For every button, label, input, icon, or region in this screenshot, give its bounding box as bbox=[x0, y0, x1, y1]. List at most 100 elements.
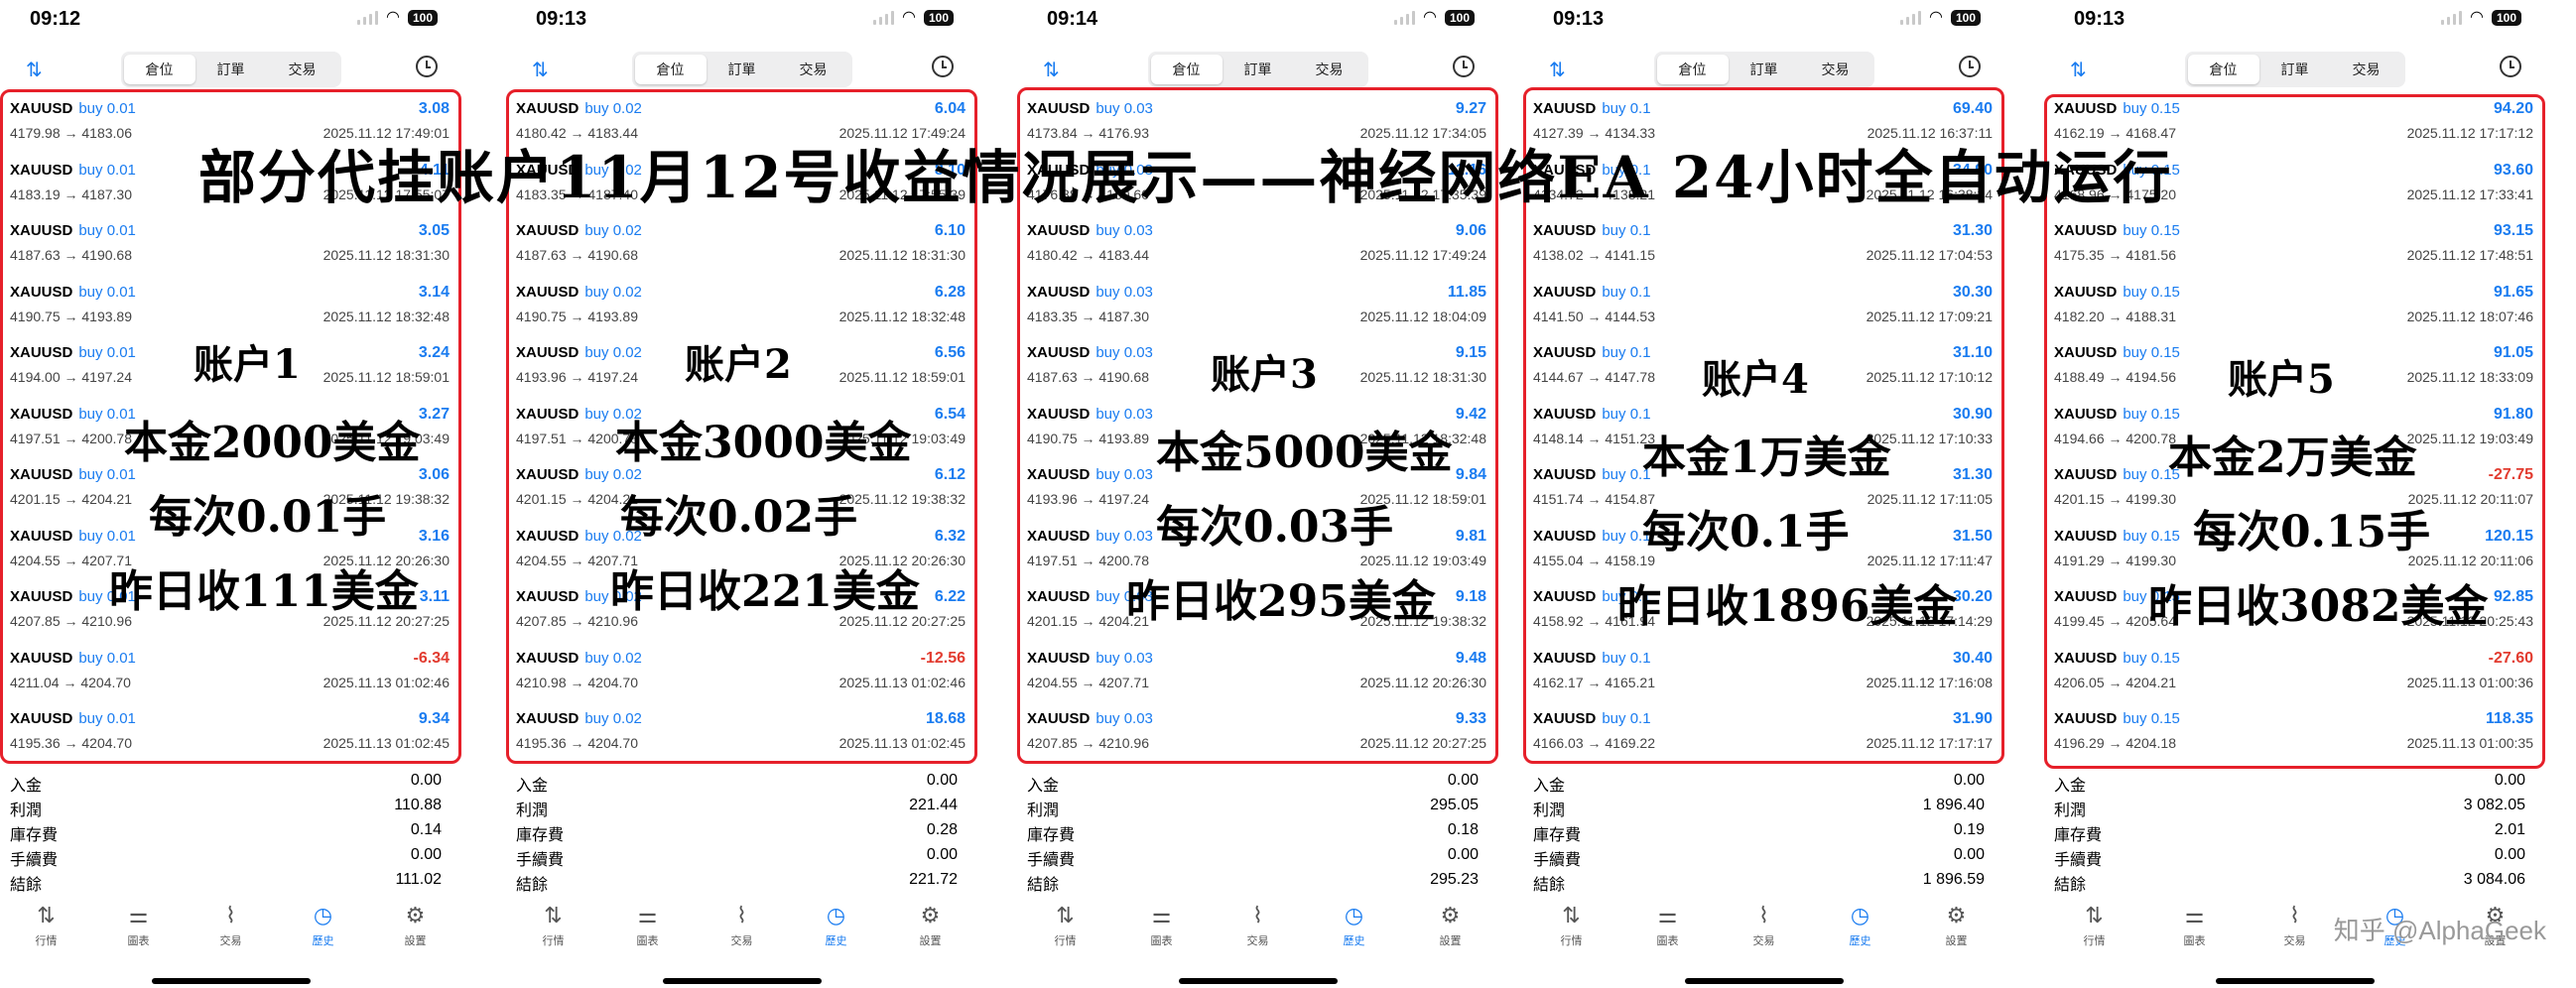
note-account: 账户5 bbox=[2228, 356, 2335, 403]
tab-history[interactable]: ◷ 歷史 bbox=[1831, 903, 1890, 962]
summary-value: 0.00 bbox=[2494, 772, 2525, 789]
tab-bar: ⇅ 行情 ⚌ 圖表 ⌇ 交易 ◷ 歷史 ⚙ 設置 bbox=[1523, 903, 2004, 962]
segment-tab[interactable]: 訂單 bbox=[2259, 55, 2331, 84]
sort-icon[interactable]: ⇅ bbox=[1043, 58, 1060, 82]
history-icon: ◷ bbox=[1344, 903, 1364, 927]
segment-tab[interactable]: 倉位 bbox=[634, 55, 707, 84]
tab-trade[interactable]: ⌇ 交易 bbox=[1735, 903, 1794, 962]
tab-label: 交易 bbox=[1246, 935, 1269, 947]
tab-trade[interactable]: ⌇ 交易 bbox=[201, 903, 261, 962]
summary: 入金 0.00 利潤 221.44 庫存費 0.28 手續費 0.00 結餘 221.72 bbox=[506, 769, 977, 894]
segment-tab[interactable]: 倉位 bbox=[2187, 55, 2259, 84]
sort-icon[interactable]: ⇅ bbox=[2070, 58, 2087, 82]
segment-tab[interactable]: 倉位 bbox=[1656, 55, 1729, 84]
summary-row-balance: 結餘 295.23 bbox=[1017, 868, 1498, 894]
summary-value: 0.00 bbox=[1953, 846, 1985, 863]
status-time: 09:13 bbox=[1553, 8, 1605, 30]
toolbar: ⇅ 倉位 訂單 交易 bbox=[1017, 52, 1498, 87]
status-icons: ◠ 100 bbox=[1900, 10, 1981, 26]
segment-tab[interactable]: 訂單 bbox=[195, 55, 267, 84]
tab-chart[interactable]: ⚌ 圖表 bbox=[618, 903, 678, 962]
home-indicator bbox=[2215, 978, 2375, 984]
segment-tab[interactable]: 訂單 bbox=[1223, 55, 1294, 84]
tab-chart[interactable]: ⚌ 圖表 bbox=[2165, 903, 2225, 962]
tab-bar: ⇅ 行情 ⚌ 圖表 ⌇ 交易 ◷ 歷史 ⚙ 設置 bbox=[1017, 903, 1498, 962]
summary-value: 295.05 bbox=[1430, 797, 1479, 813]
summary-row-balance: 結餘 3 084.06 bbox=[2044, 868, 2545, 894]
note-account: 账户4 bbox=[1702, 356, 1809, 403]
segmented-control: 倉位 訂單 交易 bbox=[631, 52, 852, 87]
note-yesterday: 昨日收1896美金 bbox=[1617, 581, 1958, 632]
tab-quotes[interactable]: ⇅ 行情 bbox=[1036, 903, 1095, 962]
note-lot: 每次0.15手 bbox=[2193, 507, 2431, 557]
toolbar: ⇅ 倉位 訂單 交易 bbox=[1523, 52, 2004, 87]
tab-quotes[interactable]: ⇅ 行情 bbox=[1542, 903, 1602, 962]
tab-settings[interactable]: ⚙ 設置 bbox=[386, 903, 446, 962]
tab-label: 歷史 bbox=[1849, 935, 1871, 947]
status-icons: ◠ 100 bbox=[2441, 10, 2521, 26]
summary-label: 入金 bbox=[1533, 778, 1566, 795]
history-clock-icon[interactable] bbox=[2500, 56, 2521, 77]
overlay-title: 部分代挂账户11月12号收益情况展示——神经网络EA 24小时全自动运行 bbox=[198, 144, 2173, 211]
status-icons: ◠ 100 bbox=[357, 10, 438, 26]
tab-chart[interactable]: ⚌ 圖表 bbox=[1638, 903, 1698, 962]
summary-row-profit: 利潤 295.05 bbox=[1017, 794, 1498, 819]
tab-chart[interactable]: ⚌ 圖表 bbox=[109, 903, 169, 962]
tab-label: 行情 bbox=[542, 935, 565, 947]
history-icon: ◷ bbox=[313, 903, 333, 927]
summary-label: 入金 bbox=[1027, 778, 1060, 795]
note-account: 账户1 bbox=[193, 341, 301, 388]
tab-chart[interactable]: ⚌ 圖表 bbox=[1132, 903, 1192, 962]
tab-label: 交易 bbox=[219, 935, 242, 947]
summary-value: 221.44 bbox=[909, 797, 958, 813]
summary: 入金 0.00 利潤 1 896.40 庫存費 0.19 手續費 0.00 結餘 1 896.59 bbox=[1523, 769, 2004, 894]
tab-label: 交易 bbox=[730, 935, 753, 947]
tab-history[interactable]: ◷ 歷史 bbox=[1325, 903, 1384, 962]
summary-row-swap: 庫存費 2.01 bbox=[2044, 818, 2545, 844]
tab-label: 歷史 bbox=[1343, 935, 1365, 947]
tab-label: 設置 bbox=[404, 935, 427, 947]
tab-trade[interactable]: ⌇ 交易 bbox=[1228, 903, 1288, 962]
status-time: 09:12 bbox=[30, 8, 81, 30]
trade-icon: ⌇ bbox=[225, 903, 236, 927]
segment-tab[interactable]: 倉位 bbox=[123, 55, 195, 84]
status-icons: ◠ 100 bbox=[1394, 10, 1475, 26]
segment-tab[interactable]: 倉位 bbox=[1150, 55, 1223, 84]
sort-icon[interactable]: ⇅ bbox=[26, 58, 43, 82]
segment-tab[interactable]: 訂單 bbox=[707, 55, 778, 84]
sort-icon[interactable]: ⇅ bbox=[532, 58, 549, 82]
tab-quotes[interactable]: ⇅ 行情 bbox=[17, 903, 76, 962]
history-clock-icon[interactable] bbox=[1453, 56, 1475, 77]
summary-row-profit: 利潤 221.44 bbox=[506, 794, 977, 819]
signal-icon bbox=[873, 11, 894, 25]
segment-tab[interactable]: 交易 bbox=[778, 55, 849, 84]
note-yesterday: 昨日收3082美金 bbox=[2148, 581, 2489, 632]
segment-tab[interactable]: 交易 bbox=[267, 55, 338, 84]
summary-label: 利潤 bbox=[10, 803, 43, 819]
tab-history[interactable]: ◷ 歷史 bbox=[294, 903, 353, 962]
trade-icon: ⌇ bbox=[736, 903, 747, 927]
tab-settings[interactable]: ⚙ 設置 bbox=[1421, 903, 1481, 962]
history-clock-icon[interactable] bbox=[416, 56, 438, 77]
history-clock-icon[interactable] bbox=[932, 56, 954, 77]
tab-trade[interactable]: ⌇ 交易 bbox=[712, 903, 772, 962]
home-indicator bbox=[1178, 978, 1338, 984]
tab-label: 歷史 bbox=[825, 935, 847, 947]
tab-quotes[interactable]: ⇅ 行情 bbox=[524, 903, 583, 962]
segment-tab[interactable]: 交易 bbox=[2331, 55, 2402, 84]
wifi-icon: ◠ bbox=[2470, 9, 2484, 26]
history-clock-icon[interactable] bbox=[1959, 56, 1981, 77]
sort-icon[interactable]: ⇅ bbox=[1549, 58, 1566, 82]
tab-settings[interactable]: ⚙ 設置 bbox=[1927, 903, 1987, 962]
tab-settings[interactable]: ⚙ 設置 bbox=[901, 903, 961, 962]
tab-quotes[interactable]: ⇅ 行情 bbox=[2065, 903, 2125, 962]
tab-history[interactable]: ◷ 歷史 bbox=[807, 903, 866, 962]
summary-value: 3 084.06 bbox=[2463, 871, 2525, 888]
segment-tab[interactable]: 交易 bbox=[1800, 55, 1871, 84]
summary: 入金 0.00 利潤 295.05 庫存費 0.18 手續費 0.00 結餘 295.23 bbox=[1017, 769, 1498, 894]
tab-trade[interactable]: ⌇ 交易 bbox=[2265, 903, 2325, 962]
segment-tab[interactable]: 訂單 bbox=[1729, 55, 1800, 84]
battery-icon: 100 bbox=[1950, 10, 1981, 26]
summary-row-balance: 結餘 221.72 bbox=[506, 868, 977, 894]
segment-tab[interactable]: 交易 bbox=[1294, 55, 1365, 84]
